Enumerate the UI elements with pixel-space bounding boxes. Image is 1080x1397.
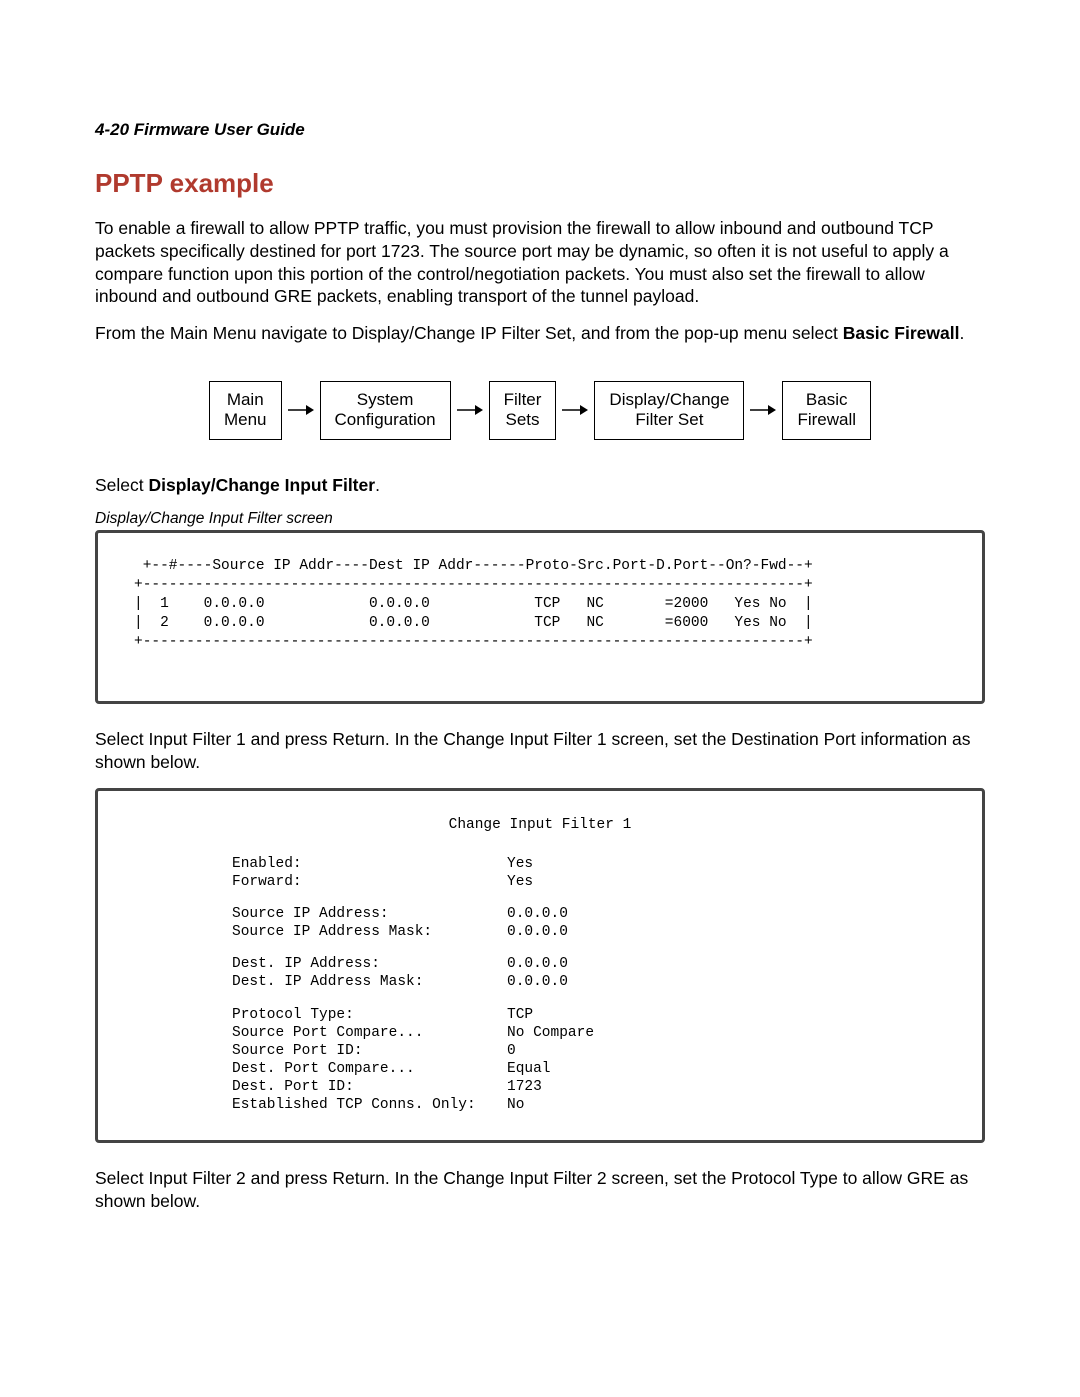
form-value: Equal xyxy=(507,1060,551,1078)
nav-box-filter-sets: Filter Sets xyxy=(489,381,557,440)
form-value: Yes xyxy=(507,873,533,891)
arrow-icon xyxy=(457,403,483,417)
select-line: Select Display/Change Input Filter. xyxy=(95,474,985,497)
form-value: No Compare xyxy=(507,1024,594,1042)
change-input-filter-screen: Change Input Filter 1 Enabled: Yes Forwa… xyxy=(95,788,985,1144)
nav-box-line: Sets xyxy=(506,410,540,429)
form-row: Dest. Port ID: 1723 xyxy=(232,1078,946,1096)
form-value: 1723 xyxy=(507,1078,542,1096)
form-value: 0.0.0.0 xyxy=(507,905,568,923)
intro-paragraph-2: From the Main Menu navigate to Display/C… xyxy=(95,322,985,345)
nav-box-basic-firewall: Basic Firewall xyxy=(782,381,871,440)
nav-box-line: Filter Set xyxy=(635,410,703,429)
nav-flow: Main Menu System Configuration Filter Se… xyxy=(95,381,985,440)
screen-caption: Display/Change Input Filter screen xyxy=(95,510,985,528)
form-label: Source IP Address Mask: xyxy=(232,923,507,941)
form-row: Source IP Address Mask: 0.0.0.0 xyxy=(232,923,946,941)
section-title: PPTP example xyxy=(95,168,985,199)
form-label: Dest. IP Address Mask: xyxy=(232,973,507,991)
para2-bold: Basic Firewall xyxy=(843,323,960,343)
arrow-icon xyxy=(288,403,314,417)
form-row: Forward: Yes xyxy=(232,873,946,891)
form-value: 0.0.0.0 xyxy=(507,955,568,973)
form-value: 0 xyxy=(507,1042,516,1060)
select-line-bold: Display/Change Input Filter xyxy=(149,475,376,495)
form-title: Change Input Filter 1 xyxy=(134,817,946,833)
para2-post: . xyxy=(959,323,964,343)
form-label: Dest. Port Compare... xyxy=(232,1060,507,1078)
form-row: Source Port Compare... No Compare xyxy=(232,1024,946,1042)
page-header: 4-20 Firmware User Guide xyxy=(95,120,985,140)
form-value: No xyxy=(507,1096,524,1114)
nav-box-line: Display/Change xyxy=(609,390,729,409)
select-line-pre: Select xyxy=(95,475,149,495)
form-label: Protocol Type: xyxy=(232,1006,507,1024)
filter-table-screen: +--#----Source IP Addr----Dest IP Addr--… xyxy=(95,530,985,704)
nav-box-line: Menu xyxy=(224,410,267,429)
form-label: Established TCP Conns. Only: xyxy=(232,1096,507,1114)
nav-box-system-config: System Configuration xyxy=(320,381,451,440)
form-row: Dest. IP Address: 0.0.0.0 xyxy=(232,955,946,973)
select-line-post: . xyxy=(375,475,380,495)
form-row: Enabled: Yes xyxy=(232,855,946,873)
paragraph-after-form: Select Input Filter 2 and press Return. … xyxy=(95,1167,985,1213)
nav-box-line: Main xyxy=(227,390,264,409)
form-label: Source Port ID: xyxy=(232,1042,507,1060)
page: 4-20 Firmware User Guide PPTP example To… xyxy=(0,0,1080,1397)
form-label: Enabled: xyxy=(232,855,507,873)
form-label: Source Port Compare... xyxy=(232,1024,507,1042)
arrow-icon xyxy=(562,403,588,417)
form-value: TCP xyxy=(507,1006,533,1024)
form-label: Dest. IP Address: xyxy=(232,955,507,973)
nav-box-line: Firewall xyxy=(797,410,856,429)
para2-pre: From the Main Menu navigate to Display/C… xyxy=(95,323,843,343)
filter-table-text: +--#----Source IP Addr----Dest IP Addr--… xyxy=(134,557,946,651)
nav-box-line: System xyxy=(357,390,414,409)
arrow-icon xyxy=(750,403,776,417)
form-row: Protocol Type: TCP xyxy=(232,1006,946,1024)
nav-box-line: Filter xyxy=(504,390,542,409)
nav-box-line: Configuration xyxy=(335,410,436,429)
form-row: Source Port ID: 0 xyxy=(232,1042,946,1060)
form-row: Dest. Port Compare... Equal xyxy=(232,1060,946,1078)
form-row: Established TCP Conns. Only: No xyxy=(232,1096,946,1114)
form-label: Forward: xyxy=(232,873,507,891)
form-value: Yes xyxy=(507,855,533,873)
form-row: Source IP Address: 0.0.0.0 xyxy=(232,905,946,923)
nav-box-line: Basic xyxy=(806,390,848,409)
form-label: Source IP Address: xyxy=(232,905,507,923)
nav-box-display-change: Display/Change Filter Set xyxy=(594,381,744,440)
form-label: Dest. Port ID: xyxy=(232,1078,507,1096)
intro-paragraph-1: To enable a firewall to allow PPTP traff… xyxy=(95,217,985,308)
form-value: 0.0.0.0 xyxy=(507,973,568,991)
form-row: Dest. IP Address Mask: 0.0.0.0 xyxy=(232,973,946,991)
form-value: 0.0.0.0 xyxy=(507,923,568,941)
nav-box-main-menu: Main Menu xyxy=(209,381,282,440)
paragraph-after-table: Select Input Filter 1 and press Return. … xyxy=(95,728,985,774)
